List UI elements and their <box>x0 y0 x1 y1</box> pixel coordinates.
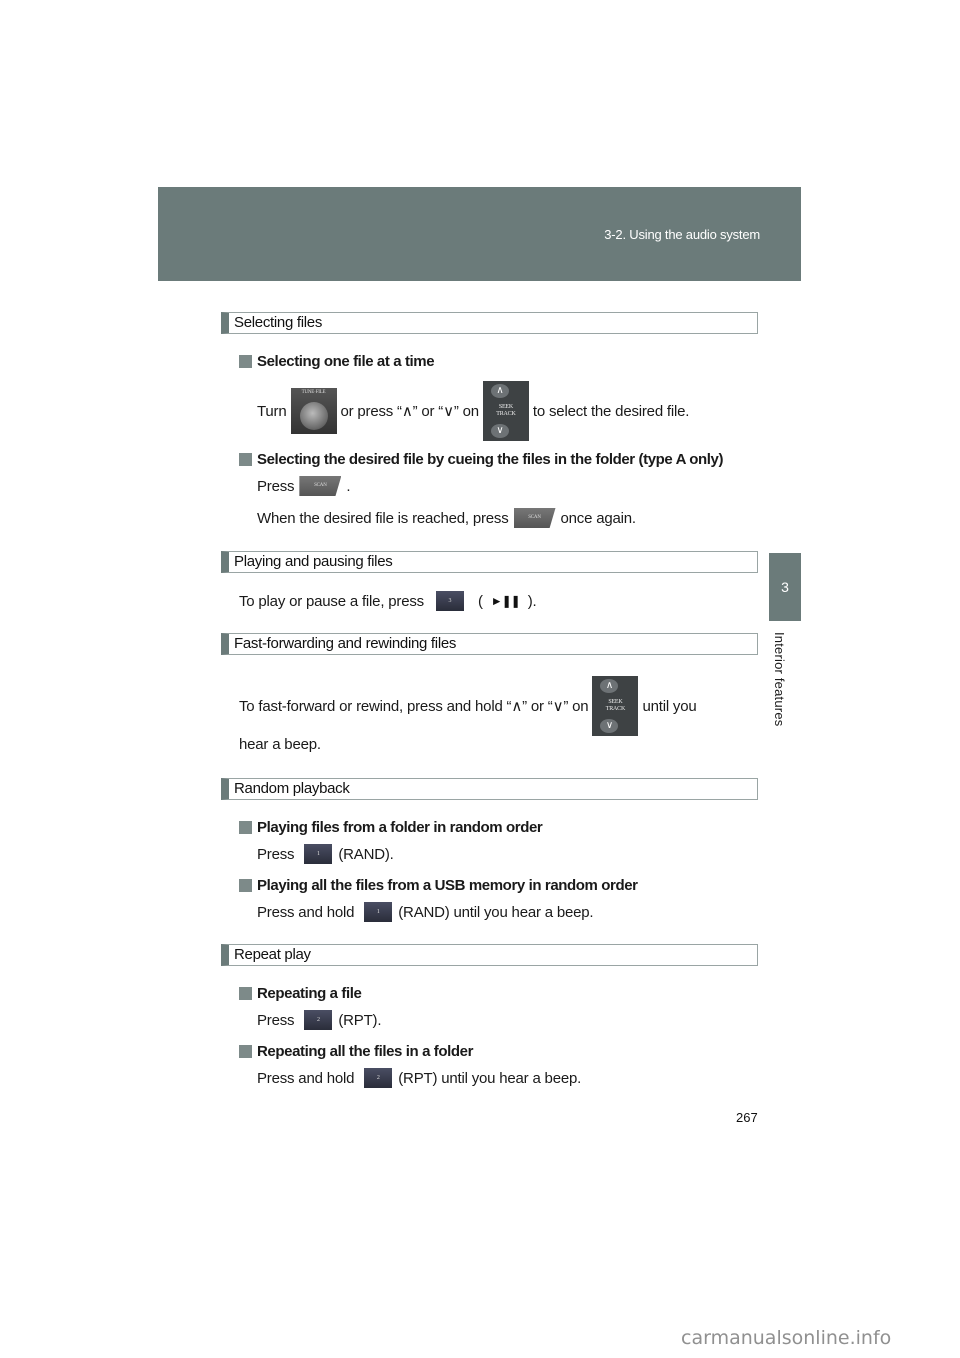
subheading-random-usb: Playing all the files from a USB memory … <box>239 877 638 894</box>
text: Press <box>257 477 295 495</box>
section-title: Repeat play <box>234 946 311 963</box>
seek-track-button-icon: ∧ SEEK TRACK ∨ <box>592 676 639 736</box>
section-title: Playing and pausing files <box>234 553 393 570</box>
bullet-square-icon <box>239 879 252 892</box>
scan-button-icon: SCAN <box>513 508 556 528</box>
chevron-up-icon: ∧ <box>490 384 509 398</box>
text: ( <box>477 592 483 610</box>
subheading-text: Repeating a file <box>257 985 362 1002</box>
scan-button-icon: SCAN <box>299 476 342 496</box>
preset-1-button-icon: 1 <box>304 844 333 864</box>
text: When the desired file is reached, press <box>257 509 509 527</box>
text: . <box>346 477 351 495</box>
text: Turn <box>257 402 287 420</box>
seek-track-button-icon: ∧ SEEK TRACK ∨ <box>482 381 529 441</box>
section-heading-playing: Playing and pausing files <box>221 551 758 573</box>
section-title: Fast-forwarding and rewinding files <box>234 635 457 652</box>
section-heading-selecting-files: Selecting files <box>221 312 758 334</box>
bullet-square-icon <box>239 1045 252 1058</box>
instruction-line: Press 2 (RPT). <box>257 1010 382 1030</box>
chapter-title: 3-2. Using the audio system <box>604 227 760 242</box>
section-heading-repeat: Repeat play <box>221 944 758 966</box>
subheading-repeat-file: Repeating a file <box>239 985 362 1002</box>
bullet-square-icon <box>239 453 252 466</box>
preset-3-button-icon: 3 <box>435 591 464 611</box>
text: ). <box>527 592 537 610</box>
play-pause-icon: ►❚❚ <box>490 594 521 608</box>
chapter-tab-label: Interior features <box>772 632 787 727</box>
bullet-square-icon <box>239 987 252 1000</box>
seek-track-label: SEEK TRACK <box>605 699 626 712</box>
section-heading-random: Random playback <box>221 778 758 800</box>
page-number: 267 <box>736 1110 758 1125</box>
chapter-header: 3-2. Using the audio system <box>158 187 801 281</box>
text: until you <box>642 697 697 715</box>
subheading-one-file: Selecting one file at a time <box>239 353 435 370</box>
knob-label: TUNE·FILE <box>301 390 326 395</box>
instruction-line: To fast-forward or rewind, press and hol… <box>239 676 697 736</box>
text: to select the desired file. <box>532 402 690 420</box>
subheading-text: Selecting one file at a time <box>257 353 435 370</box>
subheading-text: Repeating all the files in a folder <box>257 1043 474 1060</box>
instruction-line: Press and hold 1 (RAND) until you hear a… <box>257 902 594 922</box>
text: Press <box>257 845 295 863</box>
subheading-text: Playing all the files from a USB memory … <box>257 877 638 894</box>
instruction-line: hear a beep. <box>239 736 321 753</box>
text: (RPT). <box>338 1011 382 1029</box>
chevron-up-icon: ∧ <box>600 679 619 693</box>
instruction-line: Press 1 (RAND). <box>257 844 394 864</box>
subheading-random-folder: Playing files from a folder in random or… <box>239 819 543 836</box>
section-heading-fast-forward: Fast-forwarding and rewinding files <box>221 633 758 655</box>
instruction-line: When the desired file is reached, press … <box>257 508 636 528</box>
text: (RPT) until you hear a beep. <box>398 1069 582 1087</box>
text: (RAND). <box>338 845 394 863</box>
section-title: Random playback <box>234 780 350 797</box>
chapter-number: 3 <box>781 579 789 595</box>
subheading-cueing: Selecting the desired file by cueing the… <box>239 451 723 468</box>
text: Press and hold <box>257 1069 355 1087</box>
text: (RAND) until you hear a beep. <box>398 903 594 921</box>
text: Press <box>257 1011 295 1029</box>
chevron-down-icon: ∨ <box>490 424 509 438</box>
watermark-link[interactable]: carmanualsonline.info <box>681 1327 891 1349</box>
subheading-text: Playing files from a folder in random or… <box>257 819 543 836</box>
seek-track-label: SEEK TRACK <box>496 404 516 417</box>
instruction-line: Turn TUNE·FILE or press “∧” or “∨” on ∧ … <box>257 381 689 441</box>
text: once again. <box>560 509 637 527</box>
text: To play or pause a file, press <box>239 592 424 610</box>
preset-2-button-icon: 2 <box>304 1010 333 1030</box>
subheading-repeat-folder: Repeating all the files in a folder <box>239 1043 473 1060</box>
text: To fast-forward or rewind, press and hol… <box>239 698 589 715</box>
bullet-square-icon <box>239 355 252 368</box>
subheading-text: Selecting the desired file by cueing the… <box>257 451 724 468</box>
text: Press and hold <box>257 903 355 921</box>
instruction-line: Press and hold 2 (RPT) until you hear a … <box>257 1068 581 1088</box>
text: or press “∧” or “∨” on <box>340 403 480 420</box>
tune-file-knob-icon: TUNE·FILE <box>290 388 337 434</box>
instruction-line: To play or pause a file, press 3 ( ►❚❚ )… <box>239 591 537 611</box>
chapter-tab: 3 <box>769 553 801 621</box>
section-title: Selecting files <box>234 314 323 331</box>
preset-2-button-icon: 2 <box>364 1068 393 1088</box>
bullet-square-icon <box>239 821 252 834</box>
chevron-down-icon: ∨ <box>600 719 619 733</box>
text: hear a beep. <box>239 736 321 753</box>
instruction-line: Press SCAN . <box>257 476 351 496</box>
preset-1-button-icon: 1 <box>364 902 393 922</box>
